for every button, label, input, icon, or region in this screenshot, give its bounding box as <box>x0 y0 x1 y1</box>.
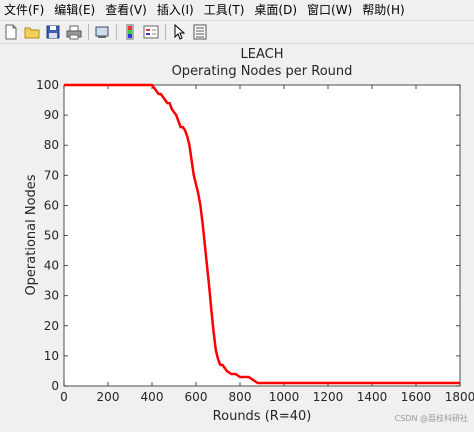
y-tick-label: 40 <box>44 259 59 273</box>
watermark-text: CSDN @荔枝科研社 <box>394 414 468 423</box>
y-tick-label: 60 <box>44 198 59 212</box>
menu-file[interactable]: 文件(F) <box>0 0 50 20</box>
y-tick-label: 70 <box>44 168 59 182</box>
plot-area <box>63 84 461 387</box>
figure-canvas: LEACH Operating Nodes per Round 0 200 400 6… <box>0 44 474 428</box>
new-file-icon[interactable] <box>2 23 20 41</box>
open-folder-icon[interactable] <box>23 23 41 41</box>
y-tick-label: 50 <box>44 229 59 243</box>
x-tick-label: 1400 <box>357 390 388 404</box>
x-tick-label: 1200 <box>313 390 344 404</box>
x-tick-label: 400 <box>141 390 164 404</box>
chart-title: LEACH <box>241 47 284 62</box>
line-chart[interactable]: LEACH Operating Nodes per Round 0 200 400 6… <box>0 44 474 428</box>
menu-view[interactable]: 查看(V) <box>101 0 153 20</box>
x-tick-label: 1600 <box>401 390 432 404</box>
menu-bar: 文件(F) 编辑(E) 查看(V) 插入(I) 工具(T) 桌面(D) 窗口(W… <box>0 0 474 21</box>
toolbar-separator <box>165 24 166 40</box>
toolbar-separator <box>88 24 89 40</box>
x-tick-label: 0 <box>60 390 68 404</box>
y-axis-label: Operational Nodes <box>24 174 39 295</box>
x-tick-label: 1800 <box>445 390 474 404</box>
legend-icon[interactable] <box>142 23 160 41</box>
y-tick-label: 10 <box>44 349 59 363</box>
x-tick-label: 800 <box>229 390 252 404</box>
y-tick-label: 0 <box>51 379 59 393</box>
toolbar <box>0 21 474 44</box>
menu-window[interactable]: 窗口(W) <box>303 0 358 20</box>
menu-desktop[interactable]: 桌面(D) <box>250 0 303 20</box>
y-tick-label: 90 <box>44 108 59 122</box>
y-tick-label: 30 <box>44 289 59 303</box>
y-tick-label: 100 <box>36 78 59 92</box>
menu-insert[interactable]: 插入(I) <box>153 0 200 20</box>
x-tick-label: 600 <box>185 390 208 404</box>
link-plot-icon[interactable] <box>93 23 111 41</box>
print-icon[interactable] <box>65 23 83 41</box>
y-tick-label: 20 <box>44 319 59 333</box>
toolbar-separator <box>116 24 117 40</box>
y-tick-label: 80 <box>44 138 59 152</box>
menu-edit[interactable]: 编辑(E) <box>50 0 101 20</box>
x-tick-label: 200 <box>97 390 120 404</box>
chart-subtitle: Operating Nodes per Round <box>172 64 353 79</box>
save-icon[interactable] <box>44 23 62 41</box>
menu-tools[interactable]: 工具(T) <box>200 0 251 20</box>
colorbar-icon[interactable] <box>121 23 139 41</box>
pointer-icon[interactable] <box>170 23 188 41</box>
property-editor-icon[interactable] <box>191 23 209 41</box>
x-axis-label: Rounds (R=40) <box>213 409 312 424</box>
menu-help[interactable]: 帮助(H) <box>358 0 410 20</box>
x-tick-label: 1000 <box>269 390 300 404</box>
